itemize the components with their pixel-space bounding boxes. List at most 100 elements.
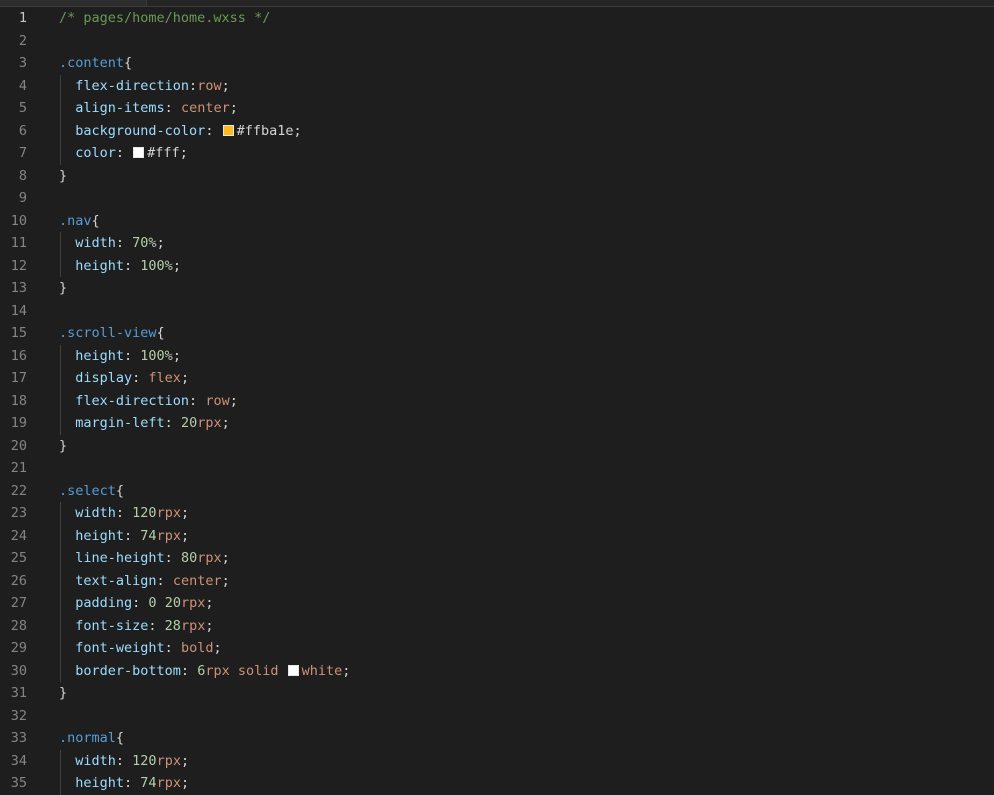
line-text: width: 70%; [59,232,164,255]
code-token: 80 [180,550,198,566]
code-line[interactable]: 30 border-bottom: 6rpx solid white; [0,659,994,682]
code-line[interactable]: 21 [0,457,994,480]
code-token: rpx [197,415,222,431]
code-token: margin-left [59,415,165,431]
code-token: : [148,617,165,634]
color-swatch-icon[interactable] [133,147,145,158]
line-number: 5 [18,100,27,116]
line-text: } [59,682,67,705]
code-token: #fff [147,145,180,161]
code-token: rpx [156,775,181,791]
code-token: ; [221,415,230,431]
code-line[interactable]: 14 [0,300,994,323]
code-line[interactable]: 12 height: 100%; [0,254,994,278]
code-line[interactable]: 2 [0,30,994,53]
line-number: 13 [10,280,27,296]
code-token: 70% [132,235,157,251]
line-text: line-height: 80rpx; [59,547,229,570]
code-line[interactable]: 24 height: 74rpx; [0,524,994,548]
line-number: 33 [10,730,27,746]
code-token: width [59,505,116,521]
code-line[interactable]: 22 .select{ [0,480,994,503]
code-line[interactable]: 17 display: flex; [0,367,994,390]
code-token: : [124,347,141,364]
code-token: width [59,235,116,251]
code-line[interactable]: 4 flex-direction:row; [0,74,994,97]
line-number: 24 [10,527,27,544]
code-token: { [156,325,165,341]
code-line[interactable]: 26 text-align: center; [0,569,994,592]
line-number: 2 [18,32,27,49]
code-line[interactable]: 15 .scroll-view{ [0,322,994,345]
code-token: rpx [156,752,181,769]
line-text: } [59,277,67,300]
line-text: .nav{ [59,210,100,233]
line-text: height: 74rpx; [59,525,189,548]
code-line[interactable]: 7 color: #fff; [0,142,994,165]
line-number: 20 [10,437,27,454]
line-number: 8 [18,167,27,184]
code-token: : [180,662,198,679]
code-token: } [59,437,68,454]
color-swatch-icon[interactable] [287,664,299,676]
code-token: white [301,662,343,679]
code-line[interactable]: 20} [0,435,994,458]
code-line[interactable]: 5 align-items: center; [0,97,994,120]
code-line[interactable]: 34 width: 120rpx; [0,749,994,772]
line-text: height: 100%; [59,255,181,278]
code-token: ; [205,595,214,611]
code-line[interactable]: 11 width: 70%; [0,232,994,255]
line-number: 28 [10,617,27,634]
code-token: ; [180,775,190,791]
line-number: 11 [10,235,27,251]
code-token: color [59,145,116,161]
code-line[interactable]: 9 [0,187,994,210]
code-line[interactable]: 18 flex-direction: row; [0,389,994,412]
code-line[interactable]: 29 font-weight: bold; [0,637,994,660]
code-line[interactable]: 23 width: 120rpx; [0,502,994,525]
code-token: : [132,595,149,611]
line-number: 26 [10,572,27,589]
code-line[interactable]: 33 .normal{ [0,727,994,750]
code-token: .normal [59,730,116,746]
code-token: display [59,370,133,386]
code-line[interactable]: 10 .nav{ [0,210,994,233]
code-token: center [180,100,230,116]
code-token: ; [179,145,188,161]
line-number: 4 [18,77,27,94]
line-number: 1 [18,10,27,26]
color-swatch-icon[interactable] [222,124,234,136]
line-text: margin-left: 20rpx; [59,412,230,435]
code-line[interactable]: 8} [0,165,994,188]
code-line[interactable]: 25 line-height: 80rpx; [0,547,994,570]
line-text: font-weight: bold; [59,637,221,660]
code-editor[interactable]: 1/* pages/home/home.wxss */ 2 3 .content{4 … [0,0,994,795]
code-token: } [59,280,68,296]
code-line[interactable]: 1 /* pages/home/home.wxss */ [0,7,994,30]
code-token: .content [59,55,125,71]
code-line[interactable]: 3 .content{ [0,52,994,75]
code-line[interactable]: 13} [0,277,994,300]
code-line[interactable]: 19 margin-left: 20rpx; [0,412,994,435]
code-line[interactable]: 32 [0,705,994,728]
code-token: ; [221,77,230,94]
code-line[interactable]: 6 background-color: #ffba1e; [0,119,994,142]
code-line[interactable]: 35 height: 74rpx; [0,772,994,795]
code-line[interactable]: 28 font-size: 28rpx; [0,614,994,637]
code-token: rpx [156,527,181,544]
code-token: 74 [140,775,157,791]
code-token: ; [293,122,302,139]
editor-tab[interactable] [0,0,147,6]
code-token: height [59,527,125,544]
code-area[interactable]: 1/* pages/home/home.wxss */ 2 3 .content{4 … [0,7,994,795]
code-line[interactable]: 31} [0,682,994,705]
code-line[interactable]: 27 padding: 0 20rpx; [0,592,994,615]
code-token: ; [229,392,238,409]
code-token: 120 [132,752,157,769]
line-number: 12 [10,257,27,274]
line-number: 34 [10,752,27,769]
code-line[interactable]: 16 height: 100%; [0,344,994,367]
code-token: : [124,775,141,791]
line-text: .normal{ [59,727,124,750]
line-number: 25 [10,550,27,566]
